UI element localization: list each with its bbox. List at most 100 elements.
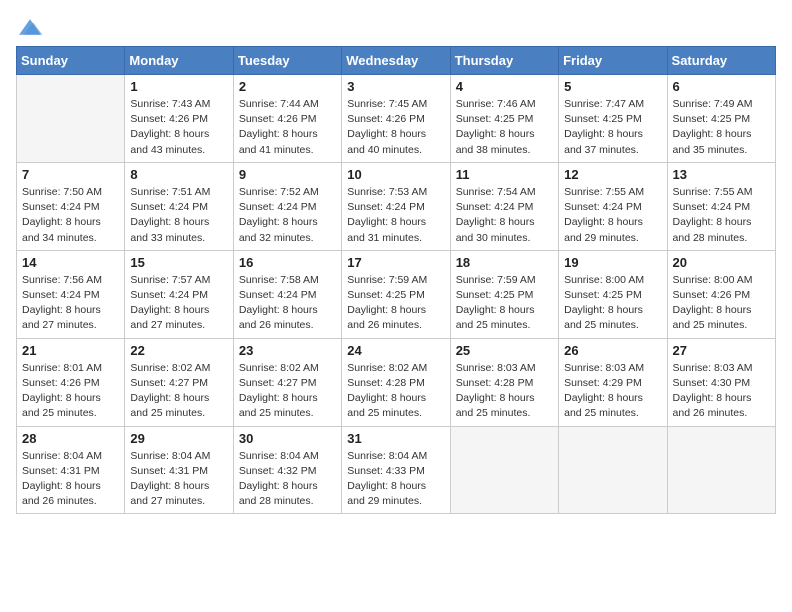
day-info: Sunrise: 7:52 AMSunset: 4:24 PMDaylight:… — [239, 185, 336, 246]
day-info: Sunrise: 7:55 AMSunset: 4:24 PMDaylight:… — [564, 185, 661, 246]
sunset-text: Sunset: 4:24 PM — [130, 201, 208, 213]
day-number: 8 — [130, 167, 227, 182]
sunrise-text: Sunrise: 7:46 AM — [456, 98, 536, 110]
calendar-cell — [559, 426, 667, 514]
calendar-cell: 5Sunrise: 7:47 AMSunset: 4:25 PMDaylight… — [559, 75, 667, 163]
sunset-text: Sunset: 4:24 PM — [456, 201, 534, 213]
column-header-monday: Monday — [125, 47, 233, 75]
calendar-cell: 15Sunrise: 7:57 AMSunset: 4:24 PMDayligh… — [125, 250, 233, 338]
daylight-text: Daylight: 8 hours and 29 minutes. — [564, 216, 643, 243]
day-number: 13 — [673, 167, 770, 182]
day-number: 21 — [22, 343, 119, 358]
daylight-text: Daylight: 8 hours and 27 minutes. — [22, 304, 101, 331]
calendar-cell: 9Sunrise: 7:52 AMSunset: 4:24 PMDaylight… — [233, 162, 341, 250]
daylight-text: Daylight: 8 hours and 28 minutes. — [239, 480, 318, 507]
sunset-text: Sunset: 4:31 PM — [130, 465, 208, 477]
sunrise-text: Sunrise: 7:49 AM — [673, 98, 753, 110]
day-number: 27 — [673, 343, 770, 358]
calendar-week-1: 1 Sunrise: 7:43 AM Sunset: 4:26 PM Daylight… — [17, 75, 776, 163]
day-info: Sunrise: 8:02 AMSunset: 4:27 PMDaylight:… — [239, 361, 336, 422]
calendar-cell: 4Sunrise: 7:46 AMSunset: 4:25 PMDaylight… — [450, 75, 558, 163]
sunrise-text: Sunrise: 8:02 AM — [347, 362, 427, 374]
sunrise-text: Sunrise: 7:44 AM — [239, 98, 319, 110]
day-number: 20 — [673, 255, 770, 270]
day-number: 7 — [22, 167, 119, 182]
sunset-text: Sunset: 4:24 PM — [22, 289, 100, 301]
day-info: Sunrise: 8:04 AMSunset: 4:33 PMDaylight:… — [347, 449, 444, 510]
day-info: Sunrise: 7:44 AM Sunset: 4:26 PM Daylight:… — [239, 97, 336, 158]
day-number: 11 — [456, 167, 553, 182]
day-number: 14 — [22, 255, 119, 270]
day-info: Sunrise: 8:03 AMSunset: 4:30 PMDaylight:… — [673, 361, 770, 422]
sunrise-text: Sunrise: 7:55 AM — [673, 186, 753, 198]
daylight-text: Daylight: 8 hours and 25 minutes. — [22, 392, 101, 419]
day-number: 17 — [347, 255, 444, 270]
calendar-header-row: SundayMondayTuesdayWednesdayThursdayFrid… — [17, 47, 776, 75]
calendar-table: SundayMondayTuesdayWednesdayThursdayFrid… — [16, 46, 776, 514]
calendar-cell: 22Sunrise: 8:02 AMSunset: 4:27 PMDayligh… — [125, 338, 233, 426]
calendar-cell: 28Sunrise: 8:04 AMSunset: 4:31 PMDayligh… — [17, 426, 125, 514]
daylight-text: Daylight: 8 hours and 28 minutes. — [673, 216, 752, 243]
day-info: Sunrise: 8:04 AMSunset: 4:31 PMDaylight:… — [22, 449, 119, 510]
day-number: 25 — [456, 343, 553, 358]
sunrise-text: Sunrise: 7:59 AM — [347, 274, 427, 286]
sunrise-text: Sunrise: 7:52 AM — [239, 186, 319, 198]
day-number: 26 — [564, 343, 661, 358]
sunset-text: Sunset: 4:24 PM — [673, 201, 751, 213]
sunrise-text: Sunrise: 8:04 AM — [239, 450, 319, 462]
sunset-text: Sunset: 4:28 PM — [456, 377, 534, 389]
day-number: 30 — [239, 431, 336, 446]
daylight-text: Daylight: 8 hours and 25 minutes. — [239, 392, 318, 419]
day-number: 16 — [239, 255, 336, 270]
logo — [16, 16, 48, 38]
sunrise-text: Sunrise: 7:54 AM — [456, 186, 536, 198]
day-info: Sunrise: 8:01 AMSunset: 4:26 PMDaylight:… — [22, 361, 119, 422]
daylight-text: Daylight: 8 hours and 25 minutes. — [564, 392, 643, 419]
sunset-text: Sunset: 4:26 PM — [130, 113, 208, 125]
day-number: 1 — [130, 79, 227, 94]
day-info: Sunrise: 7:43 AM Sunset: 4:26 PM Daylight:… — [130, 97, 227, 158]
day-number: 6 — [673, 79, 770, 94]
column-header-friday: Friday — [559, 47, 667, 75]
daylight-text: Daylight: 8 hours and 26 minutes. — [239, 304, 318, 331]
sunset-text: Sunset: 4:26 PM — [673, 289, 751, 301]
daylight-text: Daylight: 8 hours and 34 minutes. — [22, 216, 101, 243]
day-info: Sunrise: 8:04 AMSunset: 4:32 PMDaylight:… — [239, 449, 336, 510]
day-info: Sunrise: 7:47 AMSunset: 4:25 PMDaylight:… — [564, 97, 661, 158]
sunset-text: Sunset: 4:24 PM — [564, 201, 642, 213]
calendar-cell: 26Sunrise: 8:03 AMSunset: 4:29 PMDayligh… — [559, 338, 667, 426]
daylight-text: Daylight: 8 hours and 25 minutes. — [456, 304, 535, 331]
sunset-text: Sunset: 4:24 PM — [239, 289, 317, 301]
calendar-cell: 20Sunrise: 8:00 AMSunset: 4:26 PMDayligh… — [667, 250, 775, 338]
day-info: Sunrise: 7:46 AMSunset: 4:25 PMDaylight:… — [456, 97, 553, 158]
day-number: 29 — [130, 431, 227, 446]
sunrise-text: Sunrise: 8:03 AM — [564, 362, 644, 374]
daylight-text: Daylight: 8 hours and 40 minutes. — [347, 128, 426, 155]
day-info: Sunrise: 7:49 AMSunset: 4:25 PMDaylight:… — [673, 97, 770, 158]
calendar-cell: 21 Sunrise: 8:01 AMSunset: 4:26 PMDayligh… — [17, 338, 125, 426]
daylight-text: Daylight: 8 hours and 25 minutes. — [564, 304, 643, 331]
day-info: Sunrise: 8:04 AMSunset: 4:31 PMDaylight:… — [130, 449, 227, 510]
sunrise-text: Sunrise: 7:43 AM — [130, 98, 210, 110]
day-info: Sunrise: 7:54 AMSunset: 4:24 PMDaylight:… — [456, 185, 553, 246]
day-info: Sunrise: 8:02 AMSunset: 4:28 PMDaylight:… — [347, 361, 444, 422]
daylight-text: Daylight: 8 hours and 25 minutes. — [456, 392, 535, 419]
calendar-cell: 8Sunrise: 7:51 AMSunset: 4:24 PMDaylight… — [125, 162, 233, 250]
day-number: 24 — [347, 343, 444, 358]
sunrise-text: Sunrise: 7:45 AM — [347, 98, 427, 110]
sunset-text: Sunset: 4:26 PM — [239, 113, 317, 125]
daylight-text: Daylight: 8 hours and 41 minutes. — [239, 128, 318, 155]
daylight-text: Daylight: 8 hours and 43 minutes. — [130, 128, 209, 155]
day-info: Sunrise: 7:56 AMSunset: 4:24 PMDaylight:… — [22, 273, 119, 334]
sunset-text: Sunset: 4:25 PM — [564, 289, 642, 301]
day-info: Sunrise: 7:50 AMSunset: 4:24 PMDaylight:… — [22, 185, 119, 246]
daylight-text: Daylight: 8 hours and 25 minutes. — [673, 304, 752, 331]
sunset-text: Sunset: 4:24 PM — [347, 201, 425, 213]
day-info: Sunrise: 8:02 AMSunset: 4:27 PMDaylight:… — [130, 361, 227, 422]
calendar-cell: 3Sunrise: 7:45 AMSunset: 4:26 PMDaylight… — [342, 75, 450, 163]
daylight-text: Daylight: 8 hours and 35 minutes. — [673, 128, 752, 155]
logo-icon — [16, 16, 44, 38]
column-header-saturday: Saturday — [667, 47, 775, 75]
sunset-text: Sunset: 4:31 PM — [22, 465, 100, 477]
calendar-cell: 25Sunrise: 8:03 AMSunset: 4:28 PMDayligh… — [450, 338, 558, 426]
